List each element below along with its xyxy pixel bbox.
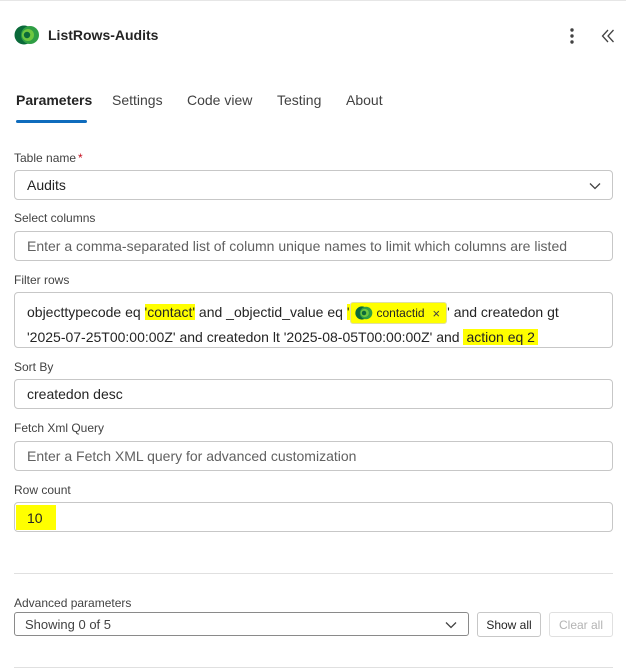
token-remove-icon[interactable]: × [433,301,441,326]
advanced-parameters-value: Showing 0 of 5 [25,616,112,632]
token-label: contactid [376,305,425,320]
bottom-divider [14,667,613,668]
sort-by-input[interactable]: createdon desc [14,379,613,409]
select-columns-input[interactable]: Enter a comma-separated list of column u… [14,231,613,261]
select-columns-placeholder: Enter a comma-separated list of column u… [27,238,568,254]
show-all-button[interactable]: Show all [477,612,541,637]
clear-all-button[interactable]: Clear all [549,612,613,637]
filter-rows-label: Filter rows [14,273,70,287]
filter-line-2: '2025-07-25T00:00:00Z' and createdon lt … [27,325,600,350]
row-count-value: 10 [27,510,43,526]
select-columns-label: Select columns [14,211,96,225]
tab-about[interactable]: About [346,92,383,108]
filter-text: objecttypecode eq [27,304,145,320]
table-name-dropdown[interactable]: Audits [14,170,613,200]
collapse-panel-button[interactable] [596,24,620,48]
filter-rows-input[interactable]: objecttypecode eq 'contact' and _objecti… [14,292,613,348]
filter-line-1: objecttypecode eq 'contact' and _objecti… [27,300,600,325]
table-name-label: Table name * [14,151,83,165]
tab-code-view[interactable]: Code view [187,92,252,108]
tab-parameters[interactable]: Parameters [16,92,92,108]
advanced-parameters-dropdown[interactable]: Showing 0 of 5 [14,612,469,636]
filter-text: ' and createdon gt [447,304,559,320]
fetch-xml-label: Fetch Xml Query [14,421,105,435]
double-chevron-left-icon [601,29,614,43]
required-marker: * [78,151,83,165]
sort-by-label: Sort By [14,360,54,374]
section-divider [14,573,613,574]
chevron-down-icon [445,622,457,629]
dataverse-logo-icon [354,306,372,320]
tab-settings[interactable]: Settings [112,92,163,108]
filter-highlight-contact: 'contact' [144,304,196,320]
fetch-xml-placeholder: Enter a Fetch XML query for advanced cus… [27,448,357,464]
active-tab-indicator [16,120,87,123]
sort-by-value: createdon desc [27,386,123,402]
table-name-value: Audits [27,177,66,193]
header: ListRows-Audits [0,18,626,54]
advanced-parameters-label: Advanced parameters [14,596,132,610]
chevron-down-icon [589,183,601,190]
dynamic-content-token[interactable]: contactid × [349,301,448,326]
top-border [0,0,626,1]
page-title: ListRows-Audits [48,27,159,43]
tab-testing[interactable]: Testing [277,92,321,108]
table-name-label-text: Table name [14,151,77,165]
fetch-xml-input[interactable]: Enter a Fetch XML query for advanced cus… [14,441,613,471]
more-vertical-icon [570,28,574,44]
filter-text: and _objectid_value eq [195,304,347,320]
filter-text: '2025-07-25T00:00:00Z' and createdon lt … [27,329,464,345]
more-options-button[interactable] [560,24,584,48]
row-count-input[interactable] [14,502,613,532]
row-count-label: Row count [14,483,71,497]
filter-highlight-action: action eq 2 [463,329,538,345]
dataverse-logo-icon [14,25,39,45]
